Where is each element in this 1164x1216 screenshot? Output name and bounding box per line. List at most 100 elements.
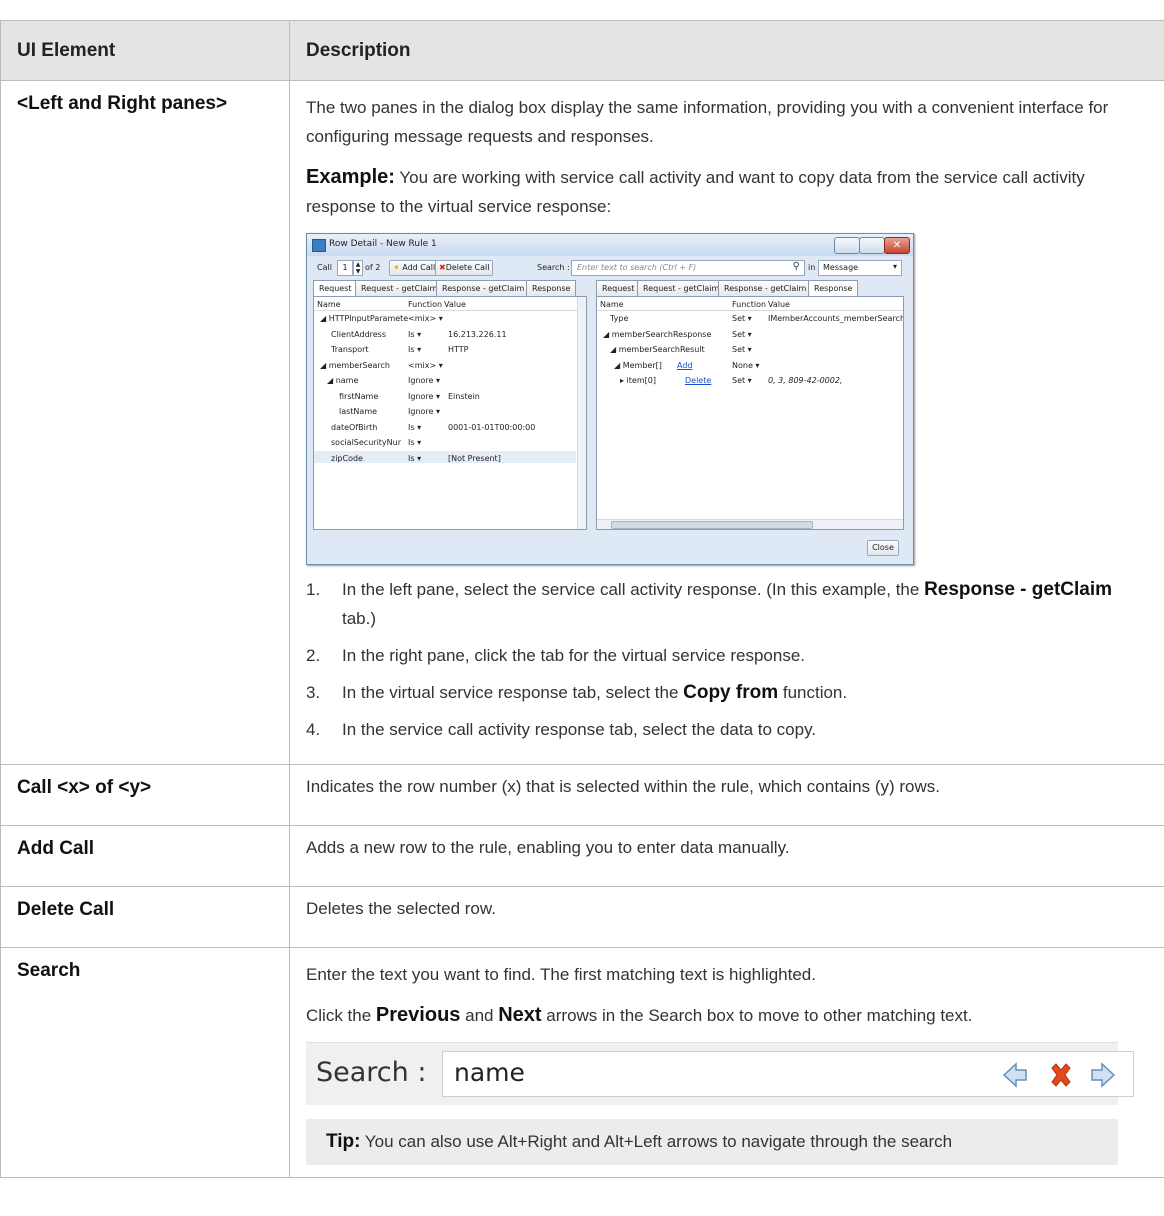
left-scrollbar (577, 297, 586, 529)
previous-arrow-icon (1002, 1062, 1027, 1088)
document-page: UI Element Description <Left and Right p… (0, 0, 1164, 1216)
close-window-icon: ✕ (884, 237, 910, 254)
left-row-name: lastName (339, 407, 378, 416)
right-col-name: Name (600, 300, 624, 309)
row-description-delete-call: Deletes the selected row. (289, 886, 1164, 948)
search-box-screenshot: Search : name (306, 1042, 1134, 1105)
header-ui-element: UI Element (0, 20, 290, 81)
right-row-function: Set ▾ (732, 376, 752, 385)
ui-elements-table: UI Element Description <Left and Right p… (0, 20, 1164, 1178)
right-row-name: Type (610, 314, 629, 323)
step-item: 3. In the virtual service response tab, s… (306, 678, 1148, 707)
search-icon: ⚲ (792, 261, 800, 272)
step-number: 1. (306, 580, 321, 599)
call-label: Call (317, 263, 332, 272)
left-row-function: Is ▾ (408, 438, 422, 447)
left-row-name: zipCode (331, 453, 363, 463)
right-row-name: ▸ item[0] (620, 376, 656, 385)
search-shot-value: name (454, 1058, 525, 1087)
search-label: Search : (537, 263, 570, 272)
left-row-function: Is ▾ (408, 345, 422, 354)
right-horizontal-scrollbar (597, 519, 903, 529)
call-number-field: 1 (337, 260, 353, 276)
next-arrow-icon (1091, 1062, 1116, 1088)
left-row-name: dateOfBirth (331, 422, 378, 432)
search-nav-icons (1002, 1062, 1116, 1088)
left-row-name: firstName (339, 391, 379, 401)
right-tab-response-getclaim: Response - getClaim (718, 280, 813, 297)
right-row-value: 0, 3, 809-42-0002, (768, 376, 843, 385)
search-arrows-paragraph: Click the Previous and Next arrows in th… (306, 1001, 1148, 1030)
left-row-name: Transport (331, 345, 369, 354)
row-element-add-call: Add Call (0, 825, 290, 887)
step-text-end: function. (778, 683, 848, 702)
add-call-label: Add Call (402, 263, 436, 272)
left-row-name: ◢ HTTPInputParamete (320, 314, 409, 323)
example-paragraph: Example: You are working with service ca… (306, 163, 1148, 221)
delete-call-label: Delete Call (445, 263, 490, 272)
left-row-value: Einstein (448, 391, 480, 401)
left-tab-response: Response (526, 280, 577, 297)
row-element-delete-call: Delete Call (0, 886, 290, 948)
step-number: 2. (306, 646, 321, 665)
left-row-name: ◢ name (327, 376, 359, 385)
scope-select: Message ▾ (818, 260, 902, 276)
step-item: 1. In the left pane, select the service c… (306, 575, 1148, 633)
left-row-function: Ignore ▾ (408, 376, 440, 385)
steps-list: 1. In the left pane, select the service c… (306, 575, 1148, 744)
step-text: In the service call activity response ta… (342, 720, 817, 739)
step-emphasis: Response - getClaim (924, 579, 1113, 600)
left-row-function: Ignore ▾ (408, 391, 440, 401)
tip-text: You can also use Alt+Right and Alt+Left … (360, 1132, 953, 1151)
delete-icon: ✖ (439, 263, 446, 272)
left-tab-response-getclaim: Response - getClaim (436, 280, 531, 297)
left-row-value: 16.213.226.11 (448, 329, 507, 339)
next-label: Next (498, 1004, 542, 1026)
search-p2-mid: and (460, 1006, 499, 1025)
row-description-panes: The two panes in the dialog box display … (289, 80, 1164, 765)
right-row-function: Set ▾ (732, 345, 752, 354)
step-text: In the right pane, click the tab for the… (342, 646, 806, 665)
panes-intro: The two panes in the dialog box display … (306, 98, 1109, 146)
row-element-search: Search (0, 947, 290, 1178)
left-row-name: ClientAddress (331, 329, 387, 339)
step-text: In the left pane, select the service cal… (342, 580, 925, 599)
row-element-call: Call <x> of <y> (0, 764, 290, 826)
right-tab-request-getclaim: Request - getClaim (637, 280, 726, 297)
left-col-value: Value (444, 300, 466, 309)
left-row-function: <mix> ▾ (408, 314, 443, 323)
step-item: 2. In the right pane, click the tab for t… (306, 641, 1148, 670)
minimize-icon (834, 237, 860, 254)
example-label: Example: (306, 166, 395, 188)
right-row-name: ◢ memberSearchResponse (603, 329, 712, 339)
left-row-value: HTTP (448, 345, 469, 354)
right-row-function: Set ▾ (732, 314, 752, 323)
delete-call-button: ✖Delete Call (435, 260, 494, 276)
row-description-add-call: Adds a new row to the rule, enabling you… (289, 825, 1164, 887)
left-row-function: Is ▾ (408, 422, 422, 432)
clear-search-icon (1051, 1063, 1071, 1087)
left-row-name: socialSecurityNur (331, 438, 402, 447)
left-row-value: 0001-01-01T00:00:00 (448, 422, 536, 432)
step-item: 4. In the service call activity response … (306, 715, 1148, 744)
row-detail-dialog-screenshot: Row Detail - New Rule 1 ✕ Call 1 ▲ ▼ of 2… (306, 233, 914, 565)
chevron-down-icon: ▾ (892, 262, 897, 271)
search-intro: Enter the text you want to find. The fir… (306, 965, 816, 984)
add-icon: ✶ (393, 263, 400, 272)
table-row: Delete Call Deletes the selected row. (0, 886, 1164, 948)
delete-item-link: Delete (685, 376, 712, 385)
scrollbar-thumb (611, 521, 813, 529)
step-number: 4. (306, 720, 321, 739)
right-col-function: Function (732, 300, 767, 309)
left-row-name: ◢ memberSearch (320, 360, 390, 370)
search-p2-post: arrows in the Search box to move to othe… (541, 1006, 973, 1025)
left-tab-request-getclaim: Request - getClaim (355, 280, 444, 297)
right-row-function: Set ▾ (732, 329, 752, 339)
search-shot-label: Search : (316, 1057, 427, 1088)
right-col-value: Value (768, 300, 790, 309)
left-row-function: <mix> ▾ (408, 360, 443, 370)
row-description-call: Indicates the row number (x) that is sel… (289, 764, 1164, 826)
table-row: Search Enter the text you want to find. … (0, 947, 1164, 1178)
left-col-function: Function (408, 300, 443, 309)
right-tab-request: Request (596, 280, 641, 297)
